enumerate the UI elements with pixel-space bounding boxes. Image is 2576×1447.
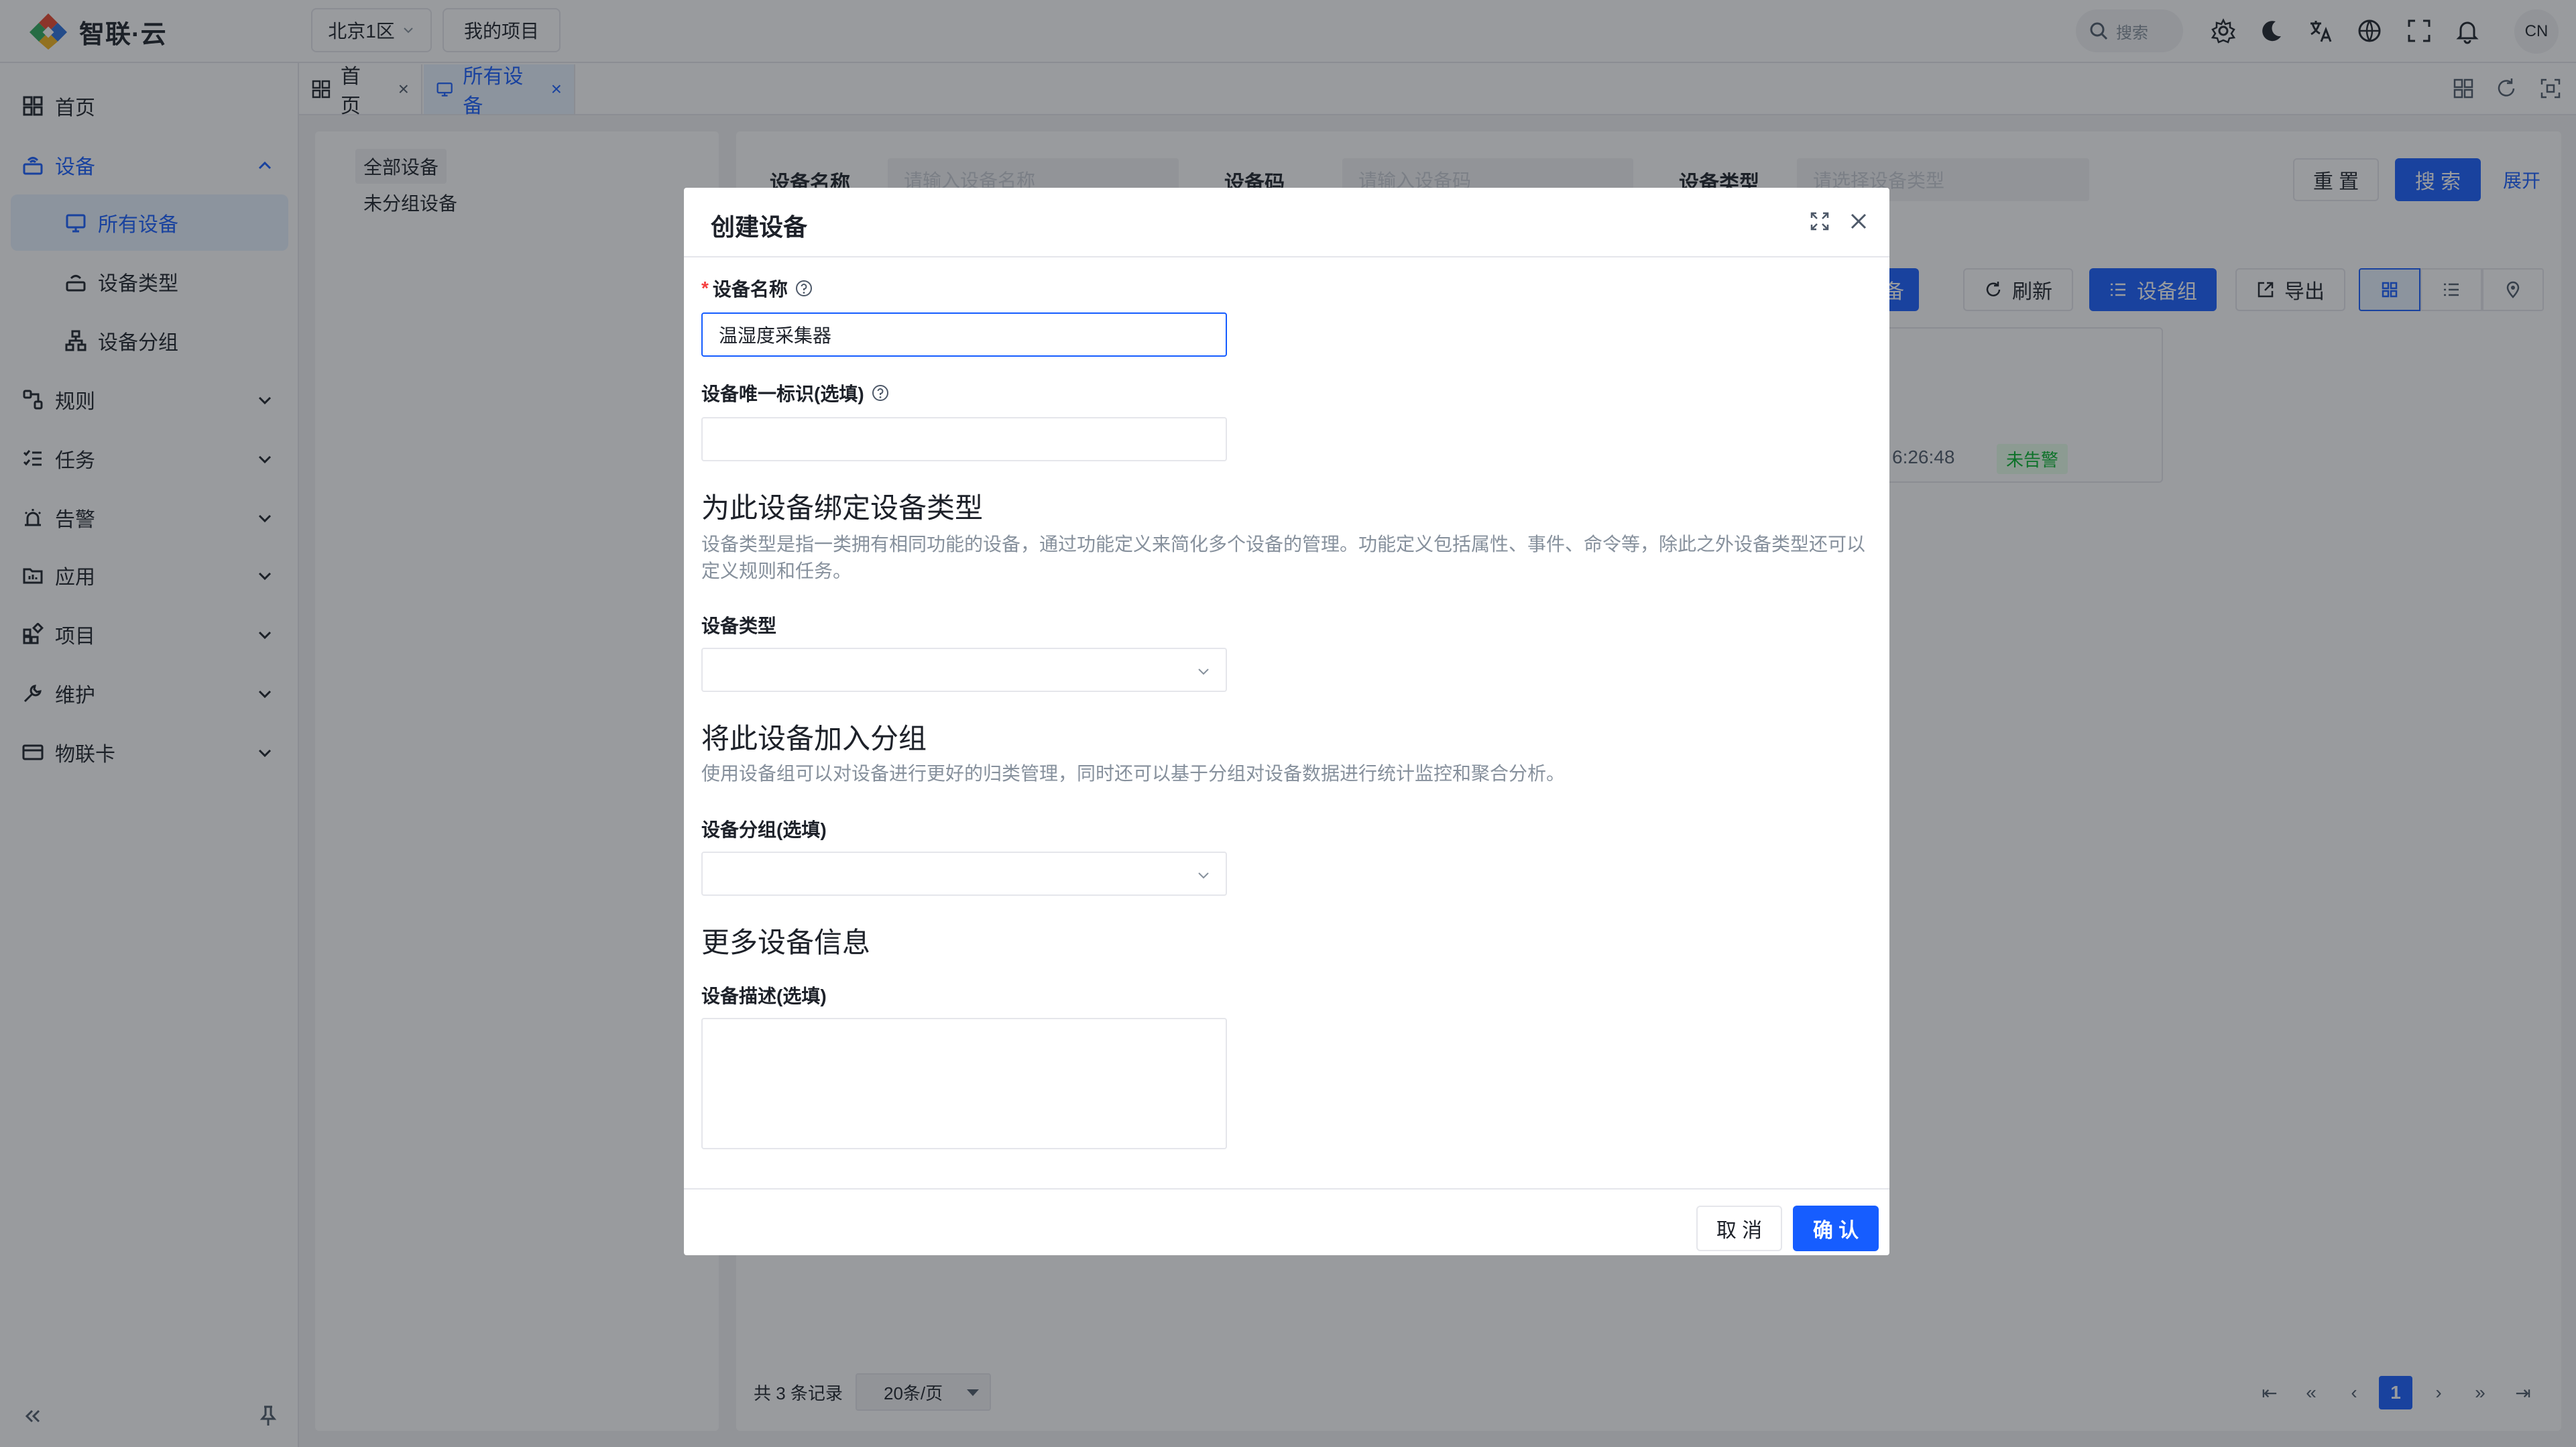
help-icon[interactable] <box>795 279 813 298</box>
device-name-label-text: 设备名称 <box>712 279 788 300</box>
bind-type-section-title: 为此设备绑定设备类型 <box>701 492 984 524</box>
device-desc-label-text: 设备描述(选填) <box>701 986 827 1006</box>
device-desc-label: 设备描述(选填) <box>701 982 827 1008</box>
create-device-dialog: 创建设备 * 设备名称 温湿度采集器 设备唯一标识(选填) 为此设备绑定设备类型… <box>684 188 1889 1255</box>
device-name-label: * 设备名称 <box>701 275 813 302</box>
device-id-input[interactable] <box>701 417 1227 461</box>
add-group-section-title: 将此设备加入分组 <box>701 723 927 754</box>
close-icon[interactable] <box>1847 209 1871 233</box>
device-id-label-text: 设备唯一标识(选填) <box>701 384 864 404</box>
device-type-select[interactable] <box>701 648 1227 692</box>
dialog-title: 创建设备 <box>711 213 808 241</box>
dialog-header: 创建设备 <box>684 188 1889 257</box>
add-group-section-desc: 使用设备组可以对设备进行更好的归类管理，同时还可以基于分组对设备数据进行统计监控… <box>701 763 1566 784</box>
bind-type-section-desc: 设备类型是指一类拥有相同功能的设备，通过功能定义来简化多个设备的管理。功能定义包… <box>701 534 1866 581</box>
chevron-down-icon <box>1198 872 1209 879</box>
more-info-section-title: 更多设备信息 <box>701 927 871 958</box>
device-id-label: 设备唯一标识(选填) <box>701 380 890 406</box>
dialog-footer: 取 消 确 认 <box>684 1188 1889 1255</box>
device-group-select[interactable] <box>701 852 1227 896</box>
device-group-label: 设备分组(选填) <box>701 815 827 842</box>
device-type-label: 设备类型 <box>701 612 776 638</box>
chevron-down-icon <box>1198 669 1209 675</box>
device-name-input[interactable]: 温湿度采集器 <box>701 312 1227 357</box>
device-type-label-text: 设备类型 <box>701 616 777 636</box>
device-group-label-text: 设备分组(选填) <box>701 819 827 840</box>
required-mark: * <box>701 278 709 298</box>
confirm-button[interactable]: 确 认 <box>1793 1206 1879 1251</box>
device-desc-textarea[interactable] <box>701 1018 1227 1149</box>
help-icon[interactable] <box>871 384 890 402</box>
maximize-icon[interactable] <box>1808 209 1832 233</box>
cancel-button[interactable]: 取 消 <box>1696 1206 1782 1251</box>
